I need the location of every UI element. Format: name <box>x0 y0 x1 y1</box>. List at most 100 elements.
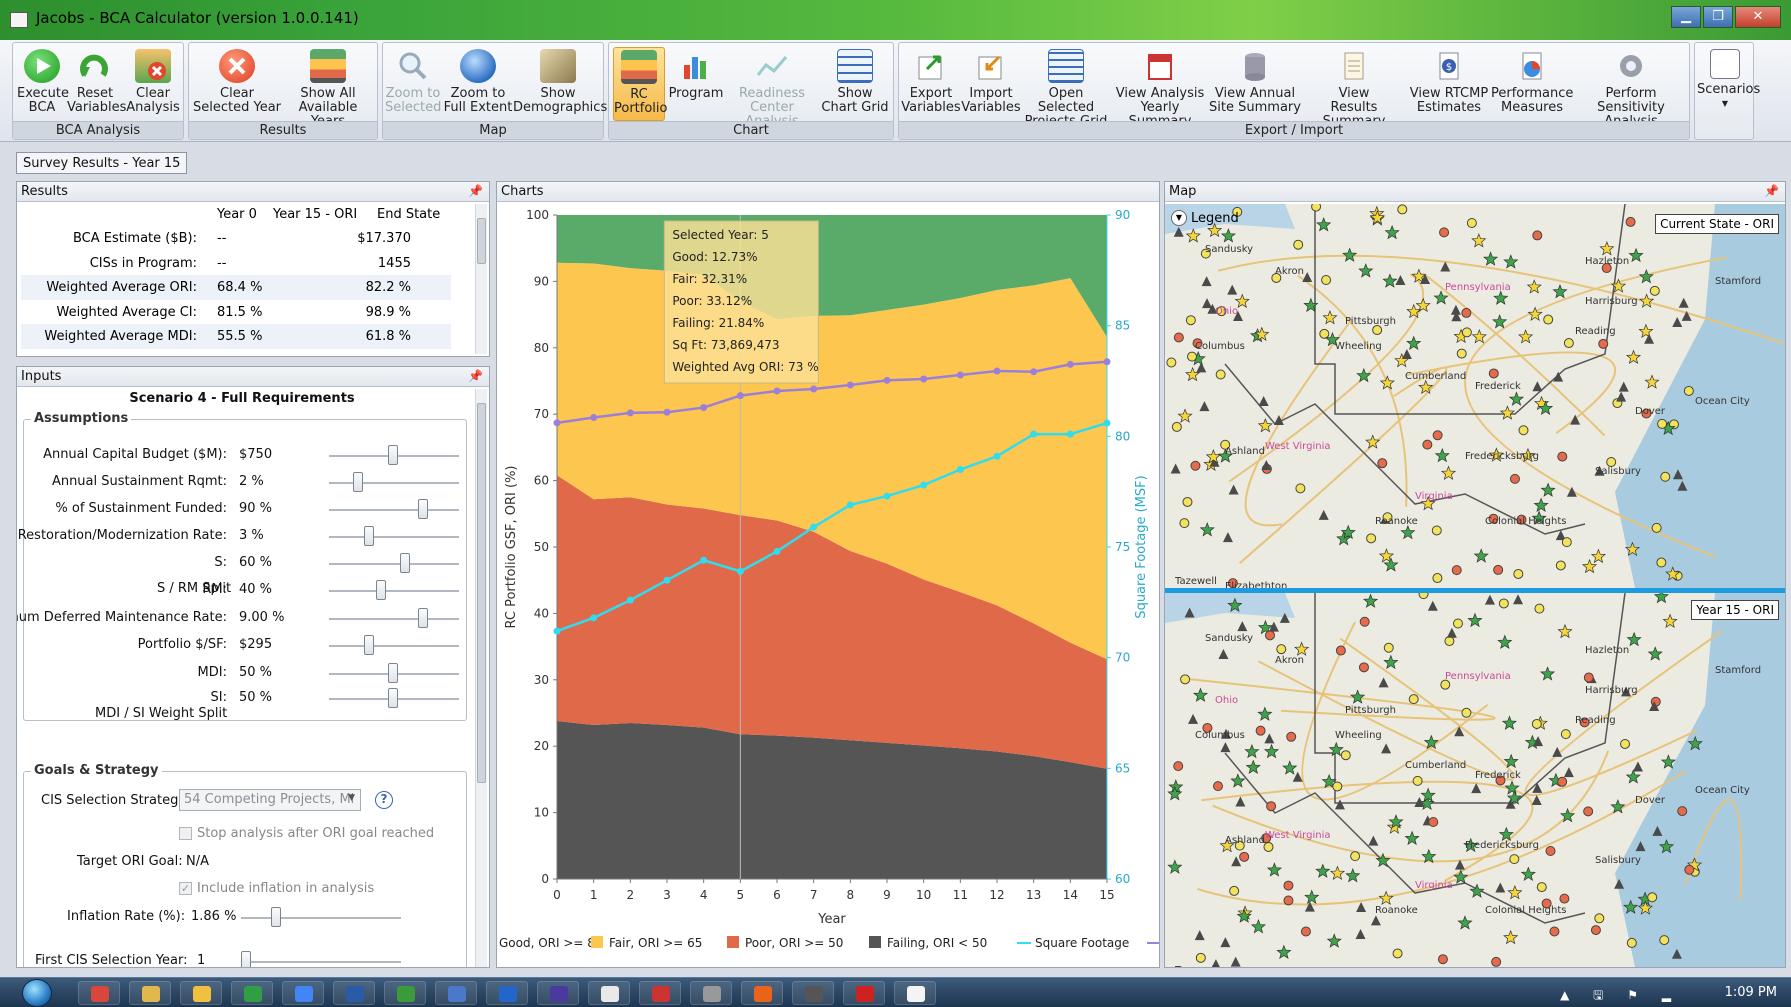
restore-button[interactable]: ❐ <box>1703 6 1733 28</box>
site-marker <box>1684 864 1695 875</box>
results-scrollbar[interactable] <box>475 204 487 354</box>
assumption-slider[interactable] <box>329 526 459 546</box>
view-site-summary-button[interactable]: View Annual Site Summary <box>1209 47 1301 121</box>
group-label: Chart <box>609 121 893 139</box>
grid-icon <box>837 49 873 83</box>
assumption-slider[interactable] <box>329 608 459 628</box>
taskbar-item[interactable] <box>690 981 732 1005</box>
x-tick-label: 3 <box>663 888 671 902</box>
reset-variables-button[interactable]: Reset Variables <box>67 47 126 121</box>
help-icon[interactable]: ? <box>375 791 393 809</box>
include-inflation-checkbox[interactable]: ✓ <box>179 882 192 895</box>
x-tick-label: 13 <box>1026 888 1041 902</box>
clear-selected-year-button[interactable]: Clear Selected Year <box>193 47 281 121</box>
taskbar-item[interactable] <box>894 981 936 1005</box>
map-canvas[interactable]: Sandusky Akron Ohio Pittsburgh Pennsylvania H… <box>1165 204 1785 588</box>
open-projects-grid-button[interactable]: Open Selected Projects Grid <box>1021 47 1111 129</box>
assumption-slider[interactable] <box>329 499 459 519</box>
program-button[interactable]: Program <box>667 47 725 121</box>
data-point <box>590 414 598 422</box>
taskbar-item[interactable] <box>180 981 222 1005</box>
taskbar-item[interactable] <box>792 981 834 1005</box>
taskbar-item[interactable] <box>843 981 885 1005</box>
view-yearly-summary-button[interactable]: View Analysis Yearly Summary <box>1113 47 1207 129</box>
reset-icon <box>77 49 113 83</box>
place-label: Pennsylvania <box>1445 282 1511 293</box>
place-label: Akron <box>1275 266 1304 277</box>
first-selection-year-slider[interactable] <box>241 951 401 967</box>
import-variables-button[interactable]: Import Variables <box>961 47 1021 121</box>
taskbar-item[interactable] <box>537 981 579 1005</box>
taskbar-item[interactable] <box>333 981 375 1005</box>
legend-toggle[interactable]: ▼ Legend <box>1171 210 1239 226</box>
assumption-slider[interactable] <box>329 635 459 655</box>
show-all-years-button[interactable]: Show All Available Years <box>281 47 375 129</box>
end-state-value: $17.370 <box>357 231 411 246</box>
execute-bca-button[interactable]: Execute BCA <box>17 47 69 121</box>
site-marker <box>1359 616 1370 627</box>
rc-portfolio-button[interactable]: RC Portfolio <box>613 47 667 121</box>
export-variables-button[interactable]: Export Variables <box>901 47 961 121</box>
map-current-state[interactable]: Sandusky Akron Ohio Pittsburgh Pennsylvania H… <box>1165 204 1785 588</box>
zoom-full-extent-button[interactable]: Zoom to Full Extent <box>443 47 513 121</box>
taskbar-item[interactable] <box>741 981 783 1005</box>
sensitivity-analysis-button[interactable]: Perform Sensitivity Analysis <box>1575 47 1687 129</box>
zoom-to-selected-button[interactable]: Zoom to Selected <box>385 47 441 121</box>
taskbar-item[interactable] <box>486 981 528 1005</box>
site-marker <box>1418 593 1429 600</box>
site-marker <box>1660 471 1671 482</box>
pin-icon[interactable]: 📌 <box>1764 184 1779 198</box>
start-button[interactable] <box>22 979 52 1007</box>
show-demographics-button[interactable]: Show Demographics <box>513 47 607 121</box>
taskbar-item[interactable] <box>231 981 273 1005</box>
tab-survey-results[interactable]: Survey Results - Year 15 <box>16 152 188 174</box>
data-point <box>553 419 561 427</box>
site-marker <box>1561 537 1572 548</box>
inputs-scrollbar[interactable] <box>475 389 487 967</box>
site-marker <box>1173 761 1184 772</box>
cis-strategy-value: 54 Competing Projects, Mi <box>184 792 355 807</box>
site-marker <box>1563 338 1574 349</box>
taskbar-item[interactable] <box>282 981 324 1005</box>
show-chart-grid-button[interactable]: Show Chart Grid <box>819 47 891 121</box>
site-marker <box>1545 845 1556 856</box>
taskbar-item[interactable] <box>78 981 120 1005</box>
site-marker <box>1583 672 1594 683</box>
scenarios-button[interactable]: Scenarios ▼ <box>1697 47 1760 121</box>
row-label: Weighted Average MDI: <box>44 329 197 344</box>
performance-measures-button[interactable]: Performance Measures <box>1491 47 1573 121</box>
readiness-center-analysis-button[interactable]: Readiness Center Analysis <box>727 47 817 129</box>
taskbar-item[interactable] <box>639 981 681 1005</box>
pin-icon[interactable]: 📌 <box>468 369 483 383</box>
assumption-slider[interactable] <box>329 445 459 465</box>
data-point <box>883 492 891 500</box>
close-button[interactable]: ✕ <box>1735 6 1781 28</box>
minimize-button[interactable]: ▁ <box>1671 6 1701 28</box>
pin-icon[interactable]: 📌 <box>468 184 483 198</box>
y-tick-label: 0 <box>541 872 549 886</box>
view-rtcmp-estimates-button[interactable]: $ View RTCMP Estimates <box>1407 47 1491 121</box>
inflation-rate-slider[interactable] <box>241 907 401 927</box>
place-label: Frederick <box>1475 381 1521 392</box>
assumption-slider[interactable] <box>329 580 459 600</box>
taskbar-item[interactable] <box>435 981 477 1005</box>
taskbar-item[interactable] <box>384 981 426 1005</box>
map-year-15[interactable]: Sandusky Akron Ohio Pittsburgh Pennsylvania H… <box>1165 593 1785 967</box>
ribbon-group-bca-analysis: Execute BCA Reset Variables Clear Analys… <box>12 42 184 140</box>
stop-analysis-checkbox[interactable] <box>179 827 192 840</box>
clear-analysis-button[interactable]: Clear Analysis <box>125 47 181 121</box>
portfolio-chart[interactable]: 0102030405060708090100606570758085900 1 2 3… <box>497 203 1159 967</box>
cis-strategy-select[interactable]: 54 Competing Projects, Mi ▼ <box>179 789 361 811</box>
view-results-summary-button[interactable]: View Results Summary <box>1303 47 1405 129</box>
taskbar-item[interactable] <box>129 981 171 1005</box>
assumption-slider[interactable] <box>329 663 459 683</box>
assumption-slider[interactable] <box>329 688 459 708</box>
y-tick-label: 10 <box>534 806 549 820</box>
assumption-slider[interactable] <box>329 553 459 573</box>
map-canvas[interactable]: Sandusky Akron Ohio Pittsburgh Pennsylvania H… <box>1165 593 1785 967</box>
assumption-slider[interactable] <box>329 472 459 492</box>
site-marker <box>1493 564 1504 575</box>
site-marker <box>1293 239 1304 250</box>
bca-window-icon <box>907 986 925 1002</box>
taskbar-item[interactable] <box>588 981 630 1005</box>
